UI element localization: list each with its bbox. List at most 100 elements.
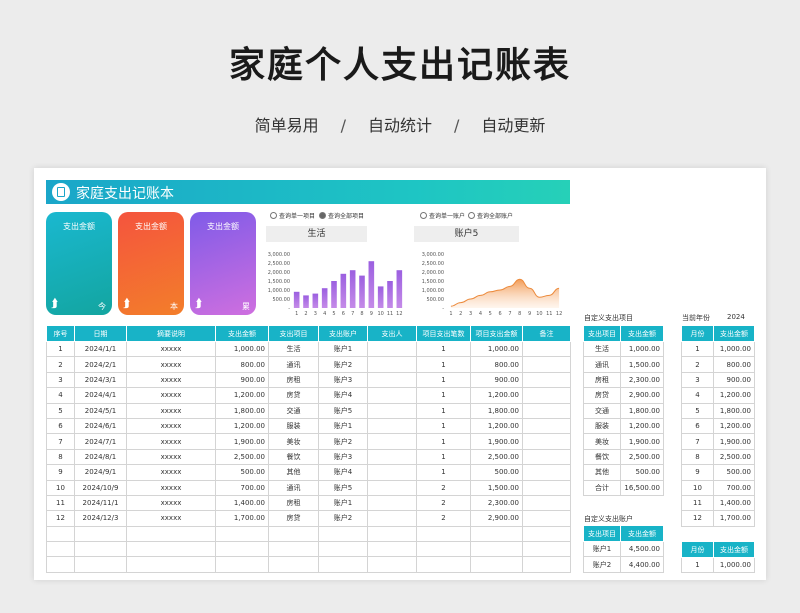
table-cell[interactable] [522, 556, 571, 573]
table-cell[interactable] [46, 556, 75, 573]
table-cell[interactable]: 1,800.00 [620, 402, 664, 419]
table-cell[interactable] [367, 402, 417, 419]
table-cell[interactable]: 500.00 [470, 464, 523, 481]
table-cell[interactable]: 2,900.00 [470, 510, 523, 527]
summary-card-month[interactable]: 支出金额 ⮭ 本 [118, 212, 184, 315]
summary-card-today[interactable]: 支出金额 ⮭ 今 [46, 212, 112, 315]
table-cell[interactable]: 2 [46, 356, 75, 373]
table-cell[interactable]: 2024/10/9 [74, 479, 127, 496]
table-cell[interactable]: 服装 [583, 417, 621, 435]
column-header[interactable]: 项目支出笔数 [416, 325, 471, 342]
column-header[interactable]: 支出金额 [215, 325, 269, 342]
table-cell[interactable]: 2024/2/1 [74, 356, 127, 373]
table-cell[interactable]: 账户3 [318, 448, 368, 466]
table-cell[interactable]: 2,500.00 [215, 448, 269, 466]
table-cell[interactable]: 1,900.00 [620, 433, 664, 450]
table-cell[interactable] [522, 356, 571, 373]
table-cell[interactable] [367, 525, 417, 543]
table-cell[interactable]: 1,000.00 [470, 340, 523, 358]
table-cell[interactable] [46, 525, 75, 543]
table-cell[interactable]: 1,400.00 [713, 494, 755, 512]
summary-card-total[interactable]: 支出金额 ⮭ 累 [190, 212, 256, 315]
table-cell[interactable]: 账户5 [318, 402, 368, 419]
table-cell[interactable] [318, 525, 368, 543]
table-cell[interactable]: 2 [416, 494, 471, 512]
table-cell[interactable]: 房租 [268, 371, 319, 389]
table-cell[interactable]: 1,500.00 [470, 479, 523, 496]
table-cell[interactable]: 8 [46, 448, 75, 466]
table-cell[interactable]: 1,000.00 [713, 556, 755, 574]
table-cell[interactable]: 交通 [583, 402, 621, 419]
table-cell[interactable]: xxxxx [126, 387, 216, 404]
table-cell[interactable] [215, 541, 269, 558]
table-cell[interactable] [318, 541, 368, 558]
table-cell[interactable]: 1,200.00 [215, 417, 269, 435]
table-cell[interactable]: 账户2 [318, 356, 368, 373]
table-cell[interactable]: xxxxx [126, 417, 216, 435]
table-cell[interactable]: 10 [681, 479, 714, 496]
table-cell[interactable]: 2024/8/1 [74, 448, 127, 466]
table-cell[interactable]: 1,000.00 [620, 340, 664, 358]
table-cell[interactable]: 房贷 [583, 387, 621, 404]
table-cell[interactable] [367, 464, 417, 481]
table-cell[interactable]: 6 [681, 417, 714, 435]
table-cell[interactable]: 账户1 [318, 340, 368, 358]
table-cell[interactable]: xxxxx [126, 371, 216, 389]
table-cell[interactable]: 1,800.00 [215, 402, 269, 419]
column-header[interactable]: 支出金额 [713, 541, 755, 558]
table-cell[interactable]: xxxxx [126, 402, 216, 419]
table-cell[interactable] [367, 510, 417, 527]
column-header[interactable]: 支出金额 [620, 325, 664, 342]
table-cell[interactable] [268, 541, 319, 558]
table-cell[interactable]: 800.00 [470, 356, 523, 373]
table-cell[interactable]: 500.00 [713, 464, 755, 481]
table-cell[interactable]: 合计 [583, 479, 621, 496]
table-cell[interactable]: xxxxx [126, 510, 216, 527]
table-cell[interactable] [522, 387, 571, 404]
column-header[interactable]: 支出金额 [713, 325, 755, 342]
table-cell[interactable]: 1 [46, 340, 75, 358]
table-cell[interactable]: 1 [416, 417, 471, 435]
table-cell[interactable] [367, 417, 417, 435]
table-cell[interactable]: 7 [681, 433, 714, 450]
table-cell[interactable]: 房贷 [268, 387, 319, 404]
table-cell[interactable] [74, 525, 127, 543]
table-cell[interactable]: 1,900.00 [470, 433, 523, 450]
table-cell[interactable] [522, 479, 571, 496]
table-cell[interactable]: 9 [681, 464, 714, 481]
table-cell[interactable]: 800.00 [215, 356, 269, 373]
table-cell[interactable]: 9 [46, 464, 75, 481]
table-cell[interactable]: 500.00 [620, 464, 664, 481]
table-cell[interactable]: 1,200.00 [470, 417, 523, 435]
table-cell[interactable]: 3 [681, 371, 714, 389]
table-cell[interactable]: 账户5 [318, 479, 368, 496]
table-cell[interactable]: 1,200.00 [215, 387, 269, 404]
table-cell[interactable] [367, 541, 417, 558]
table-cell[interactable] [416, 541, 471, 558]
column-header[interactable]: 日期 [74, 325, 127, 342]
table-cell[interactable] [522, 525, 571, 543]
table-cell[interactable]: 1 [416, 433, 471, 450]
column-header[interactable]: 项目支出金额 [470, 325, 523, 342]
table-cell[interactable]: 美妆 [583, 433, 621, 450]
table-cell[interactable] [416, 556, 471, 573]
table-cell[interactable]: 4 [46, 387, 75, 404]
column-header[interactable]: 支出项目 [268, 325, 319, 342]
column-header[interactable]: 序号 [46, 325, 75, 342]
table-cell[interactable]: 1,200.00 [620, 417, 664, 435]
table-cell[interactable]: 1,400.00 [215, 494, 269, 512]
table-cell[interactable]: 3 [46, 371, 75, 389]
table-cell[interactable] [470, 556, 523, 573]
table-cell[interactable]: 2024/7/1 [74, 433, 127, 450]
table-cell[interactable]: 12 [681, 510, 714, 527]
table-cell[interactable]: 服装 [268, 417, 319, 435]
table-cell[interactable]: 1 [416, 356, 471, 373]
table-cell[interactable]: 其他 [268, 464, 319, 481]
table-cell[interactable]: 1,900.00 [215, 433, 269, 450]
table-cell[interactable]: 餐饮 [583, 448, 621, 466]
table-cell[interactable]: 账户4 [318, 464, 368, 481]
table-cell[interactable] [522, 402, 571, 419]
table-cell[interactable] [522, 510, 571, 527]
table-cell[interactable]: 1 [681, 340, 714, 358]
table-cell[interactable]: 1 [416, 448, 471, 466]
